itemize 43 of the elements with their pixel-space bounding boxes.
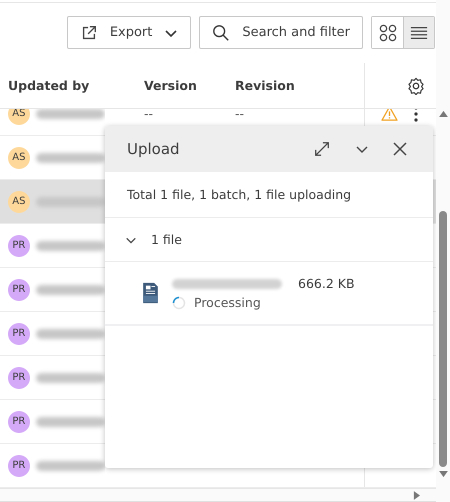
column-header: Updated by: [8, 78, 90, 94]
blurred-name: [36, 460, 105, 471]
blurred-name: [36, 109, 105, 119]
panel-title: Upload: [127, 140, 181, 158]
export-button[interactable]: Export: [66, 16, 192, 50]
file-status: Processing: [194, 295, 261, 310]
scroll-up-icon[interactable]: [438, 110, 448, 117]
blurred-name: [36, 196, 105, 207]
user-avatar: PR: [8, 454, 30, 477]
file-size: 666.2 KB: [298, 276, 355, 292]
close-icon[interactable]: [393, 142, 407, 156]
grid-icon: [378, 24, 396, 42]
file-group-toggle[interactable]: 1 file: [105, 218, 433, 262]
blurred-name: [36, 284, 105, 295]
user-avatar: PR: [8, 322, 30, 345]
scrollbar-thumb[interactable]: [439, 211, 447, 467]
table-cell: --: [144, 109, 154, 122]
spinner-icon: [172, 296, 186, 310]
user-avatar: AS: [8, 190, 30, 213]
scroll-down-icon[interactable]: [438, 471, 448, 478]
horizontal-scrollbar[interactable]: [0, 488, 436, 502]
settings-icon[interactable]: [406, 76, 424, 95]
blurred-name: [36, 416, 105, 427]
user-avatar: PR: [8, 234, 30, 257]
more-options-icon[interactable]: [414, 109, 418, 122]
column-header: Version: [144, 78, 197, 94]
vertical-scrollbar[interactable]: [436, 0, 450, 502]
user-avatar: PR: [8, 410, 30, 433]
blurred-name: [36, 152, 105, 163]
search-icon: [212, 24, 230, 42]
search-and-filter-button[interactable]: Search and filter: [199, 16, 363, 50]
blurred-name: [36, 372, 105, 383]
blurred-name: [36, 328, 105, 339]
list-view-button[interactable]: [403, 17, 434, 48]
scroll-right-icon[interactable]: [413, 490, 420, 500]
table-cell: --: [235, 109, 244, 122]
user-avatar: PR: [8, 278, 30, 301]
pdf-file-icon: [141, 282, 160, 304]
blurred-name: [36, 240, 105, 251]
expand-icon[interactable]: [313, 140, 331, 158]
column-header: Revision: [235, 78, 295, 94]
user-avatar: AS: [8, 146, 30, 169]
user-avatar: PR: [8, 366, 30, 389]
